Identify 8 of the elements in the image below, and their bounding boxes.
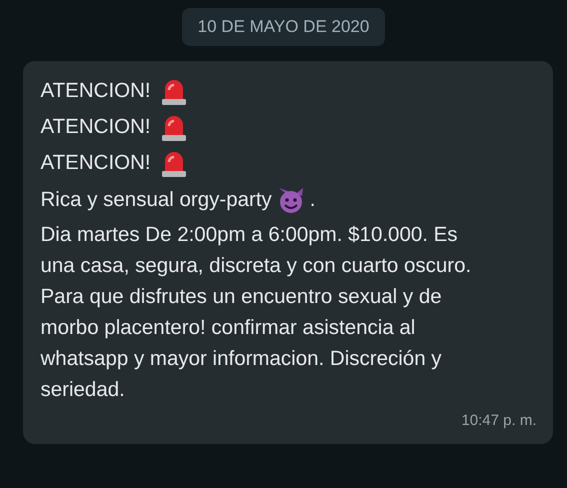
- message-time: 10:47 p. m.: [461, 410, 536, 430]
- message-text: Dia martes De 2:00pm a 6:00pm. $10.000. Es una casa, segura, discreta y con cuarto oscuro. Para que disfrutes un encuentro sexual y de morbo placentero! confirmar asistencia al whatsapp y mayor informacion. Discreción y seriedad.: [40, 222, 472, 402]
- alert-text: ATENCION!: [40, 78, 151, 104]
- alert-text: ATENCION!: [40, 114, 151, 140]
- alert-text: ATENCION!: [40, 150, 151, 176]
- date-chip: 10 DE MAYO DE 2020: [182, 8, 386, 46]
- headline-period: .: [310, 187, 316, 213]
- message-headline: Rica y sensual orgy-party: [40, 187, 272, 213]
